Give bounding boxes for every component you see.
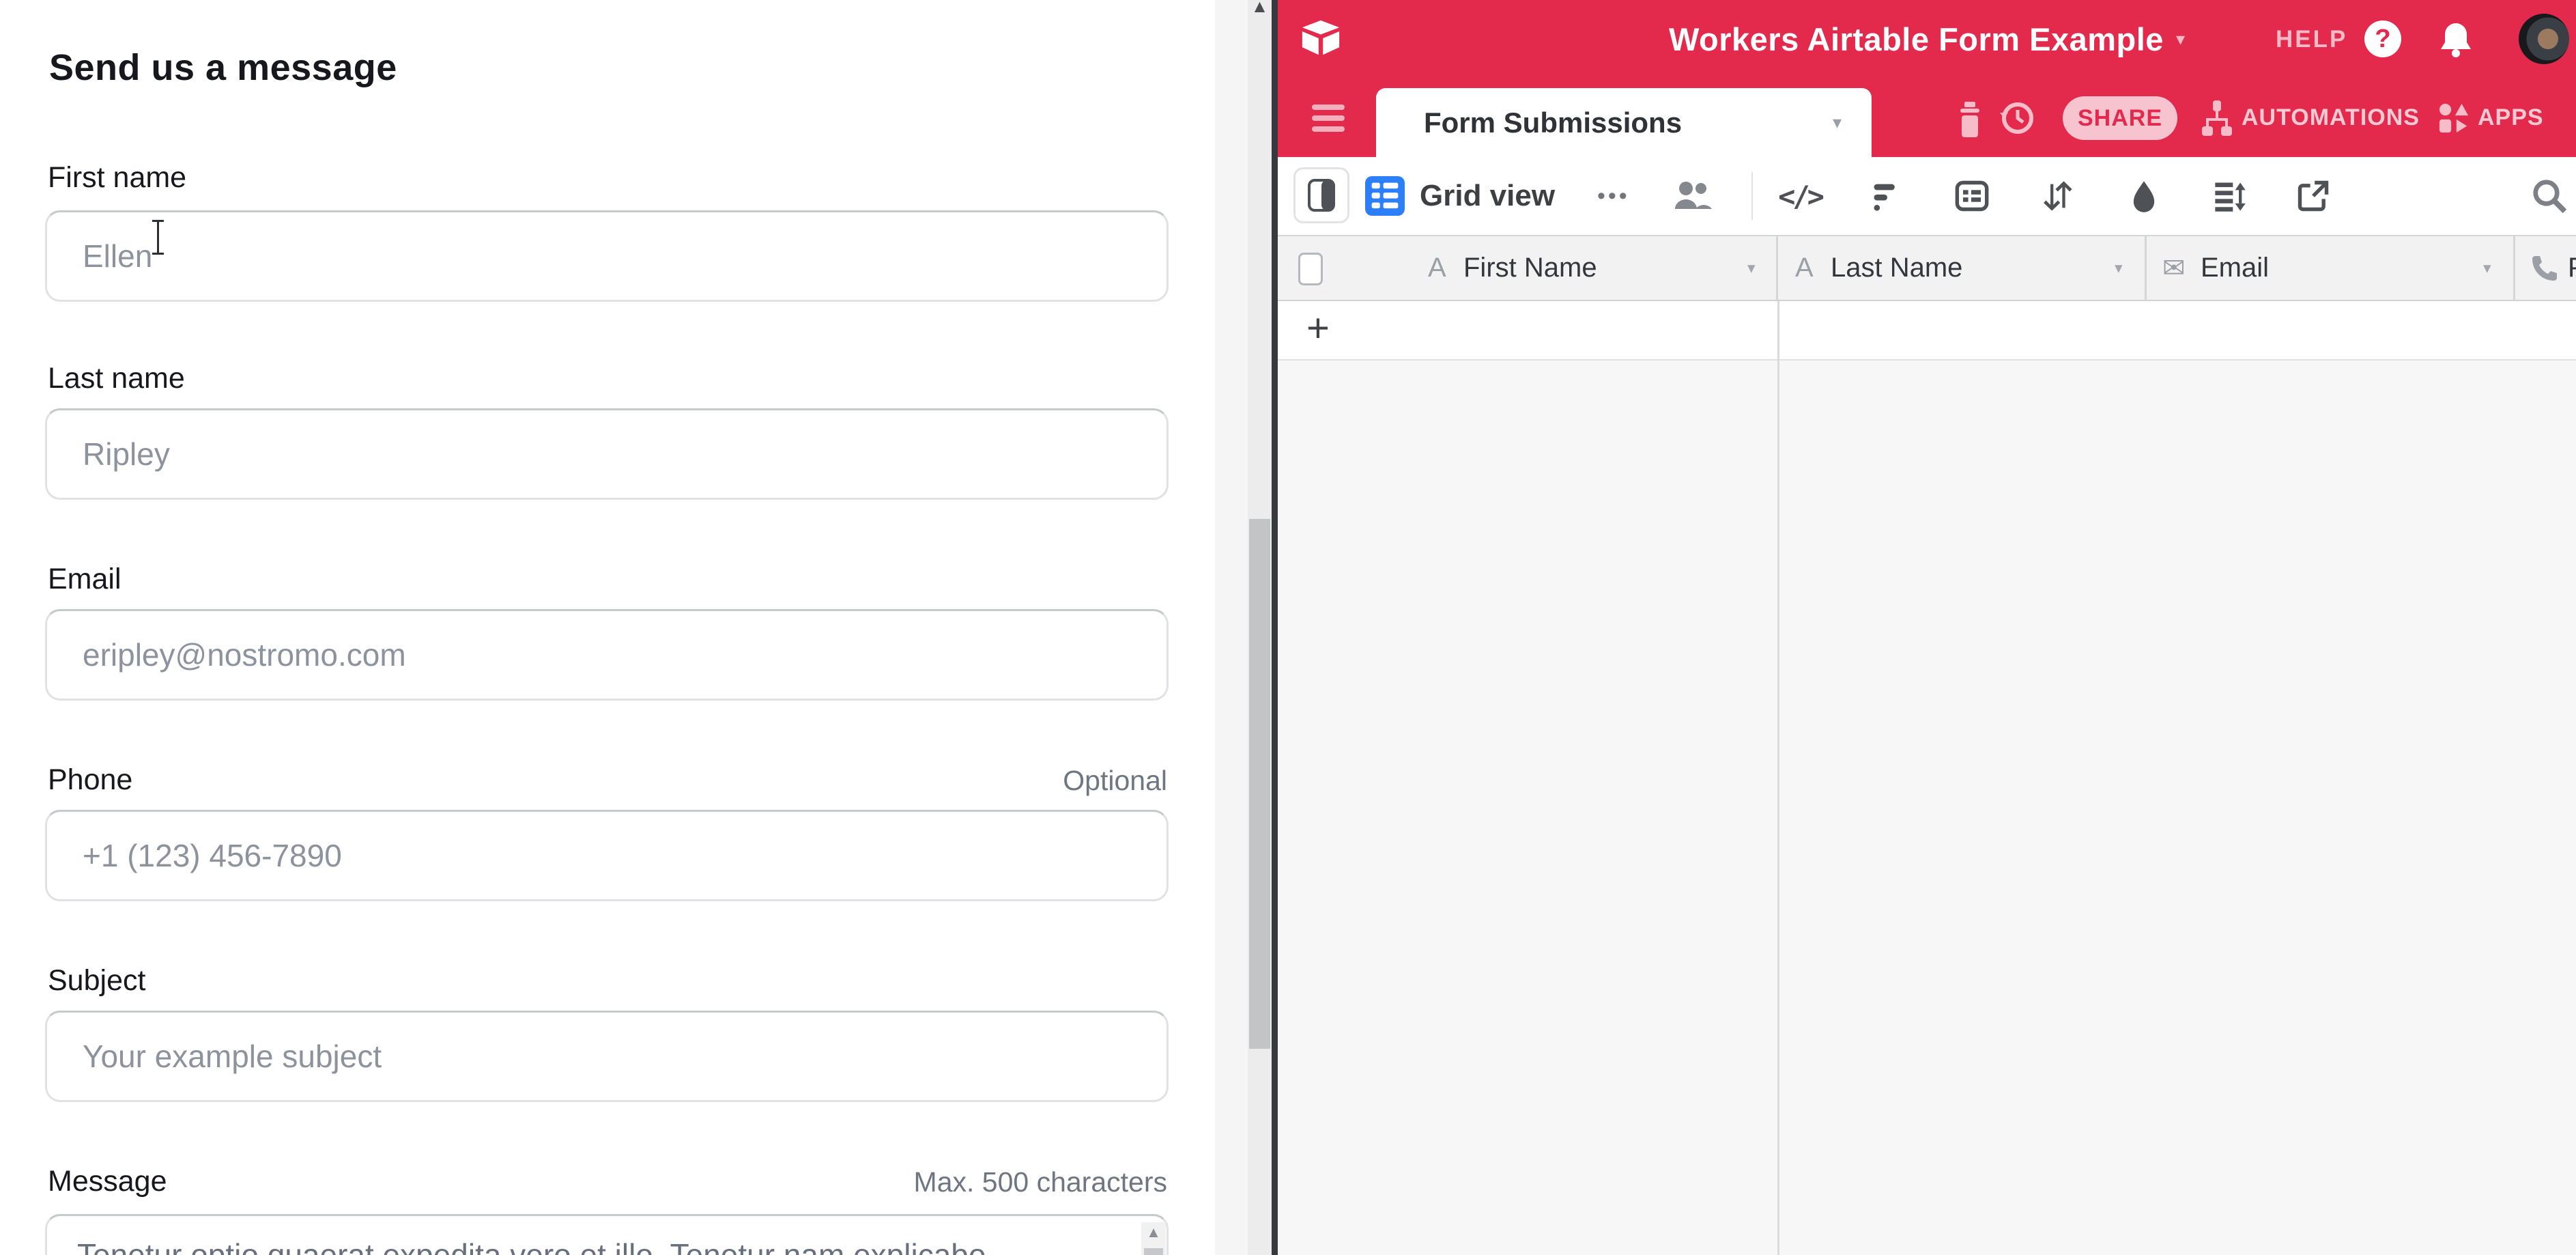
hide-fields-icon[interactable]: </> [1780, 176, 1820, 216]
text-cursor-icon [152, 218, 165, 257]
user-avatar[interactable] [2519, 14, 2569, 64]
view-bar-separator [1751, 172, 1753, 220]
column-caret-icon[interactable]: ▾ [2115, 236, 2123, 300]
email-label: Email [48, 563, 121, 596]
base-title[interactable]: Workers Airtable Form Example [1669, 20, 2164, 58]
history-icon[interactable] [2000, 99, 2035, 137]
screen: Send us a message First name Last name E… [0, 0, 2576, 1255]
column-divider[interactable] [1776, 236, 1778, 300]
share-button[interactable]: SHARE [2063, 96, 2177, 140]
email-field-icon: ✉ [2162, 236, 2186, 300]
grid-view-icon[interactable] [1365, 176, 1405, 216]
search-icon[interactable] [2531, 178, 2568, 214]
table-tab-caret-icon[interactable]: ▾ [1833, 112, 1842, 133]
phone-label: Phone [48, 763, 132, 797]
window-divider [1272, 0, 1278, 1255]
text-field-icon: A [1795, 236, 1814, 300]
page-scrollbar-up-icon[interactable]: ▲ [1248, 0, 1272, 17]
grid-header-row: A First Name ▾ A Last Name ▾ ✉ Email ▾ P… [1278, 235, 2576, 301]
textarea-scroll-up-icon[interactable]: ▲ [1141, 1224, 1166, 1241]
notifications-bell-icon[interactable] [2438, 20, 2474, 59]
apps-button[interactable]: APPS [2438, 79, 2544, 157]
first-name-input[interactable] [45, 210, 1169, 302]
form-title: Send us a message [49, 46, 397, 89]
share-view-icon[interactable] [2293, 176, 2333, 216]
tables-menu-icon[interactable] [1312, 104, 1345, 132]
apps-label: APPS [2478, 104, 2544, 131]
airtable-pane: Workers Airtable Form Example ▾ HELP ? F… [1278, 0, 2576, 1255]
phone-field-icon [2528, 236, 2561, 300]
table-tab-label: Form Submissions [1424, 107, 1682, 139]
message-max-note: Max. 500 characters [914, 1166, 1167, 1198]
filter-icon[interactable] [1867, 176, 1907, 216]
page-scrollbar-thumb[interactable] [1249, 519, 1270, 1049]
column-caret-icon[interactable]: ▾ [2483, 236, 2491, 300]
select-all-checkbox[interactable] [1298, 253, 1323, 285]
color-icon[interactable] [2124, 176, 2164, 216]
column-header-first-name[interactable]: First Name [1463, 236, 1597, 300]
email-input[interactable] [45, 609, 1169, 701]
airtable-top-bar: Workers Airtable Form Example ▾ HELP ? [1278, 0, 2576, 79]
view-bar: Grid view ••• </> [1278, 157, 2576, 235]
textarea-scroll-thumb[interactable] [1144, 1248, 1163, 1255]
subject-input[interactable] [45, 1011, 1169, 1102]
last-name-input[interactable] [45, 408, 1169, 500]
subject-label: Subject [48, 964, 145, 998]
column-divider[interactable] [2145, 236, 2147, 300]
airtable-toolbar: Form Submissions ▾ SHARE [1278, 79, 2576, 157]
help-button[interactable]: HELP [2276, 26, 2347, 53]
automations-label: AUTOMATIONS [2242, 104, 2420, 131]
view-options-ellipsis-icon[interactable]: ••• [1597, 183, 1630, 210]
column-divider[interactable] [2513, 236, 2515, 300]
trash-icon[interactable] [1955, 102, 1985, 137]
message-textarea[interactable]: Tenetur optio quaerat expedita vero et i… [45, 1214, 1169, 1255]
text-field-icon: A [1428, 236, 1446, 300]
automations-icon [2201, 100, 2233, 136]
table-tab-form-submissions[interactable]: Form Submissions ▾ [1376, 88, 1872, 157]
phone-input[interactable] [45, 810, 1169, 901]
view-sidebar-toggle-button[interactable] [1293, 167, 1349, 223]
column-caret-icon[interactable]: ▾ [1747, 236, 1756, 300]
add-row-plus-icon[interactable]: + [1306, 308, 1330, 349]
frozen-column-divider[interactable] [1777, 301, 1779, 1255]
row-height-icon[interactable] [2210, 176, 2250, 216]
column-header-phone[interactable]: Phone [2568, 236, 2576, 300]
message-label: Message [48, 1165, 167, 1198]
phone-optional-note: Optional [1063, 765, 1167, 797]
view-name[interactable]: Grid view [1420, 179, 1555, 213]
apps-icon [2438, 102, 2470, 134]
collaborators-icon[interactable] [1672, 176, 1713, 216]
group-icon[interactable] [1952, 176, 1992, 216]
automations-button[interactable]: AUTOMATIONS [2201, 79, 2420, 157]
left-pane-gutter [1215, 0, 1248, 1255]
column-header-last-name[interactable]: Last Name [1831, 236, 1962, 300]
column-header-email[interactable]: Email [2201, 236, 2269, 300]
base-title-caret-icon[interactable]: ▾ [2176, 29, 2185, 50]
first-name-label: First name [48, 161, 186, 195]
contact-form-pane: Send us a message First name Last name E… [0, 0, 1215, 1255]
sort-icon[interactable] [2040, 176, 2079, 216]
add-row[interactable]: + [1278, 301, 2576, 361]
question-icon[interactable]: ? [2364, 20, 2401, 57]
last-name-label: Last name [48, 362, 185, 395]
